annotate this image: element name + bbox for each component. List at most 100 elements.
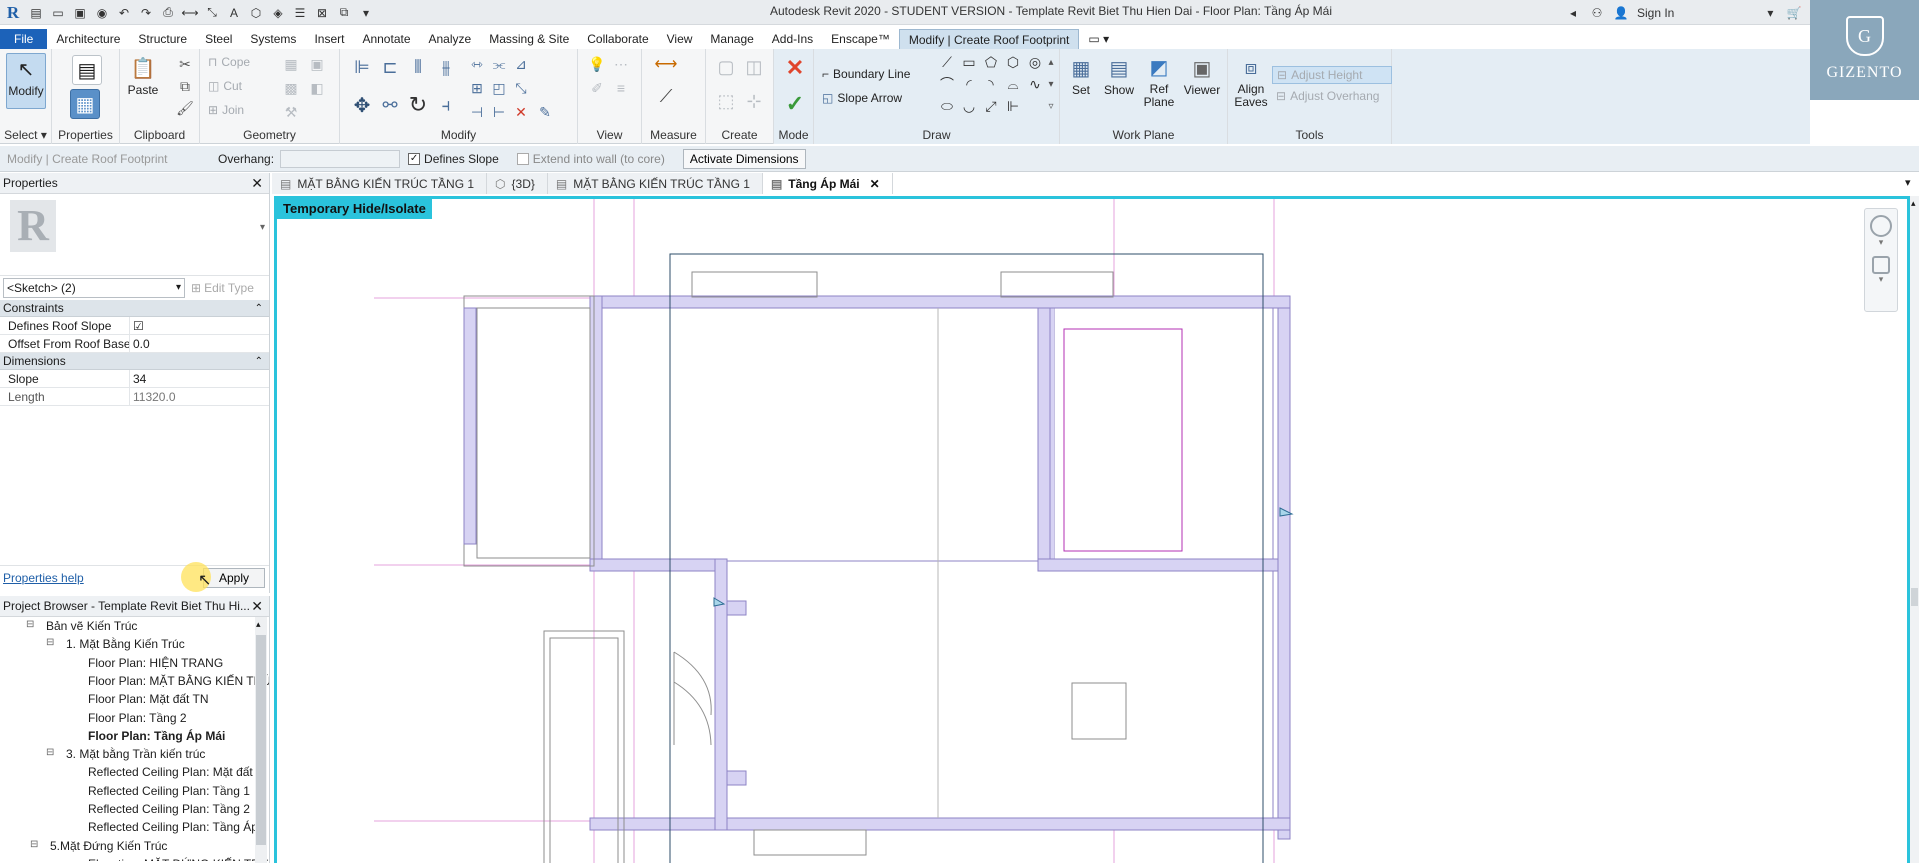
align-icon[interactable]: ⊫ (350, 55, 374, 79)
scale-icon[interactable]: ◰ (490, 79, 508, 97)
draw-scroll-up-icon[interactable]: ▴ (1042, 53, 1060, 71)
rectangle-tool-icon[interactable]: ▭ (960, 53, 978, 71)
canvas-scroll-up-icon[interactable]: ▴ (1911, 198, 1916, 209)
aligned-dimension-icon[interactable]: ⤡ (204, 5, 220, 21)
ref-plane-button[interactable]: ◩ Ref Plane (1142, 53, 1176, 109)
ribbon-tab[interactable]: Annotate (353, 29, 419, 49)
ribbon-tab[interactable]: Add-Ins (763, 29, 822, 49)
create-assembly-icon[interactable]: ▢ (714, 55, 738, 79)
ribbon-tab[interactable]: Manage (701, 29, 762, 49)
communication-icon[interactable]: ◂ (1565, 5, 1581, 21)
ribbon-tab[interactable]: Insert (305, 29, 353, 49)
collapse-node-icon[interactable]: ⊟ (26, 619, 34, 630)
switch-windows-icon[interactable]: ⧉ (336, 5, 352, 21)
fillet-arc-icon[interactable]: ⌓ (1004, 75, 1022, 93)
split-gap-icon[interactable]: ⫘ (490, 55, 508, 73)
collapse-node-icon[interactable]: ⊟ (46, 637, 54, 648)
join-button[interactable]: ⊞ Join (208, 103, 244, 117)
measure-icon[interactable]: ⟷ (181, 5, 198, 21)
property-value[interactable]: 34 (130, 370, 269, 387)
apply-button[interactable]: Apply (203, 568, 265, 588)
canvas-scroll-thumb[interactable] (1911, 588, 1918, 606)
ribbon-tab[interactable]: File (0, 29, 48, 49)
show-button[interactable]: ▤ Show (1102, 53, 1136, 98)
set-button[interactable]: ▦ Set (1066, 53, 1096, 98)
arc-start-end-icon[interactable]: ⌒ (938, 75, 956, 93)
create-group-icon[interactable]: ⬚ (714, 89, 738, 113)
trim-extend-single-icon[interactable]: ⊣ (468, 103, 486, 121)
mirror-draw-icon[interactable]: ⫵ (434, 55, 458, 79)
create-similar-icon[interactable]: ✎ (536, 103, 554, 121)
line-tool-icon[interactable]: ⟋ (938, 53, 956, 71)
close-icon[interactable]: ✕ (870, 177, 880, 191)
zoom-dropdown-icon[interactable]: ▾ (1865, 274, 1897, 285)
cancel-edit-icon[interactable]: ✕ (784, 55, 806, 80)
browser-item[interactable]: Floor Plan: MẶT BẰNG KIẾN TRÚ (88, 674, 269, 688)
unpin-icon[interactable]: ⤡ (512, 79, 530, 97)
browser-item[interactable]: Floor Plan: Mặt đất TN (88, 692, 209, 706)
browser-item[interactable]: Reflected Ceiling Plan: Mặt đất (88, 765, 253, 779)
delete-icon[interactable]: ✕ (512, 103, 530, 121)
browser-scrollbar[interactable]: ▴ (255, 617, 267, 863)
close-hidden-windows-icon[interactable]: ⊠ (314, 5, 330, 21)
draw-scroll-down-icon[interactable]: ▾ (1042, 75, 1060, 93)
filters-icon[interactable]: ≡ (612, 79, 630, 97)
browser-item[interactable]: 1. Mặt Bằng Kiến Trúc (66, 637, 185, 651)
user-icon[interactable]: 👤 (1613, 5, 1629, 21)
property-value[interactable]: 0.0 (130, 335, 269, 352)
polygon-tool-icon[interactable]: ⬠ (982, 53, 1000, 71)
adjust-overhang-button[interactable]: ⊟ Adjust Overhang (1276, 89, 1379, 103)
drawing-canvas[interactable]: Temporary Hide/Isolate (274, 196, 1910, 863)
recent-files-icon[interactable]: ▤ (28, 5, 44, 21)
customize-qat-icon[interactable]: ▾ (358, 5, 374, 21)
browser-item[interactable]: Elevation: MẶT ĐỨNG KIẾN TRÚ (88, 857, 269, 861)
ribbon-tab[interactable]: Collaborate (578, 29, 657, 49)
trim-extend-multi-icon[interactable]: ⊢ (490, 103, 508, 121)
chevron-down-icon[interactable]: ▾ (1762, 5, 1778, 21)
create-parts-icon[interactable]: ◫ (742, 55, 766, 79)
offset-icon[interactable]: ⊏ (378, 55, 402, 79)
linework-icon[interactable]: ✐ (588, 79, 606, 97)
browser-item[interactable]: Reflected Ceiling Plan: Tầng 1 (88, 784, 250, 798)
view-tab[interactable]: ▤ Tầng Áp Mái ✕ (762, 173, 893, 194)
properties-icon[interactable]: ▦ (70, 89, 100, 119)
boundary-line-button[interactable]: ⌐ Boundary Line (822, 67, 910, 81)
split-face-icon[interactable]: ▦ (282, 55, 300, 73)
paste-button[interactable]: 📋 Paste (128, 53, 159, 98)
pin-icon[interactable]: ⊿ (512, 55, 530, 73)
properties-help-link[interactable]: Properties help (3, 571, 84, 585)
modify-button[interactable]: ↖ Modify (6, 53, 46, 109)
view-tab[interactable]: ▤ MẶT BẰNG KIẾN TRÚC TẦNG 1 (272, 173, 488, 194)
scroll-thumb[interactable] (256, 635, 266, 845)
measure-between-icon[interactable]: ⟷ (652, 55, 680, 73)
extend-checkbox[interactable] (516, 152, 529, 165)
circumscribed-polygon-icon[interactable]: ⬡ (1004, 53, 1022, 71)
arc-center-icon[interactable]: ◜ (960, 75, 978, 93)
select-panel-label[interactable]: Select ▾ (0, 128, 51, 142)
viewer-button[interactable]: ▣ Viewer (1182, 53, 1222, 98)
collapse-node-icon[interactable]: ⊟ (30, 839, 38, 850)
property-value[interactable]: 11320.0 (130, 388, 269, 405)
steering-wheel-icon[interactable] (1870, 215, 1892, 237)
cut-icon[interactable]: ✂ (176, 55, 194, 73)
ellipse-icon[interactable]: ⬭ (938, 97, 956, 115)
tag-icon[interactable]: A (226, 5, 242, 21)
defines-slope-checkbox[interactable]: ✓ (408, 152, 421, 165)
demolish-icon[interactable]: ⚒ (282, 103, 300, 121)
ribbon-display-options-icon[interactable]: ▭ ▾ (1079, 29, 1118, 49)
canvas-scrollbar[interactable] (1910, 196, 1919, 863)
browser-item[interactable]: 3. Mặt bằng Trần kiến trúc (66, 747, 205, 761)
type-selector[interactable]: <Sketch> (2) ▾ (3, 278, 185, 298)
scroll-up-icon[interactable]: ▴ (256, 619, 261, 630)
copy-element-icon[interactable]: ⚯ (378, 93, 402, 117)
rotate-icon[interactable]: ↻ (406, 92, 430, 117)
slope-arrow-button[interactable]: ◱ Slope Arrow (822, 91, 902, 105)
ribbon-tab[interactable]: View (658, 29, 702, 49)
property-section-header[interactable]: Dimensions ⌃ (0, 353, 269, 370)
property-value[interactable]: ☑ (130, 317, 269, 334)
zoom-region-icon[interactable] (1872, 256, 1890, 274)
cope-button[interactable]: ⊓ Cope (208, 55, 250, 69)
pick-walls-icon[interactable]: ⊩ (1004, 97, 1022, 115)
hide-in-view-icon[interactable]: 💡 (588, 55, 606, 73)
ribbon-tab[interactable]: Steel (196, 29, 241, 49)
